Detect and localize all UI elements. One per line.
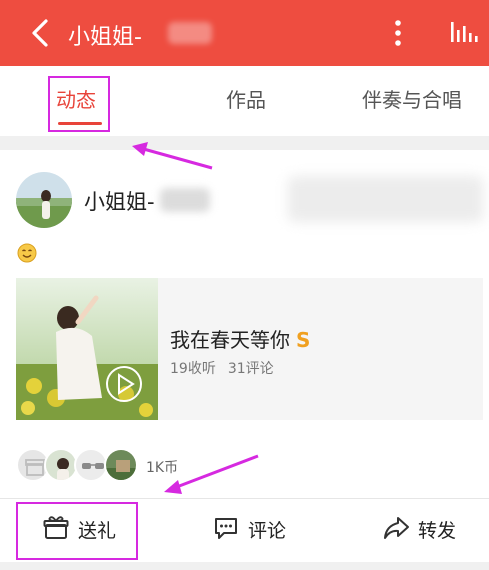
tab-accompaniment-chorus[interactable]: 伴奏与合唱	[362, 84, 462, 113]
highlight-box-gift	[16, 502, 138, 560]
gift-givers[interactable]	[16, 448, 142, 482]
comment-count: 31评论	[227, 361, 274, 377]
avatar[interactable]	[16, 172, 72, 228]
listen-count: 19收听	[170, 361, 216, 377]
tab-works[interactable]: 作品	[226, 84, 266, 113]
chevron-left-icon[interactable]	[26, 16, 56, 50]
redacted-name-blur	[168, 22, 212, 44]
share-icon	[384, 517, 409, 539]
post-username[interactable]: 小姐姐-	[84, 186, 155, 216]
song-title[interactable]: 我在春天等你 S	[170, 324, 310, 353]
more-vertical-icon[interactable]	[388, 18, 408, 48]
action-divider	[0, 498, 489, 499]
share-button[interactable]: 转发	[382, 512, 462, 544]
song-cover[interactable]	[16, 278, 158, 420]
gift-coin-total: 1K币	[146, 460, 179, 476]
gift-avatar	[104, 448, 138, 482]
gift-avatar	[44, 448, 78, 482]
redacted-area-blur	[288, 176, 483, 222]
page-title: 小姐姐-	[68, 25, 142, 50]
share-button-label: 转发	[418, 520, 457, 542]
song-score-badge: S	[296, 328, 311, 352]
highlight-box-tab	[48, 76, 110, 132]
profile-tabs: 动态 作品 伴奏与合唱	[0, 66, 489, 136]
gift-avatar	[74, 448, 108, 482]
comment-icon	[215, 518, 237, 539]
smile-emoji-icon	[17, 243, 37, 263]
section-gap	[0, 136, 489, 150]
comment-button-label: 评论	[248, 520, 287, 542]
song-title-text: 我在春天等你	[170, 328, 290, 352]
bar-chart-icon[interactable]	[446, 18, 480, 46]
bottom-gap	[0, 562, 489, 570]
top-bar: 小姐姐-	[0, 0, 489, 66]
song-stats: 19收听 31评论	[170, 358, 274, 378]
comment-button[interactable]: 评论	[212, 512, 292, 544]
redacted-name-blur	[160, 188, 210, 212]
